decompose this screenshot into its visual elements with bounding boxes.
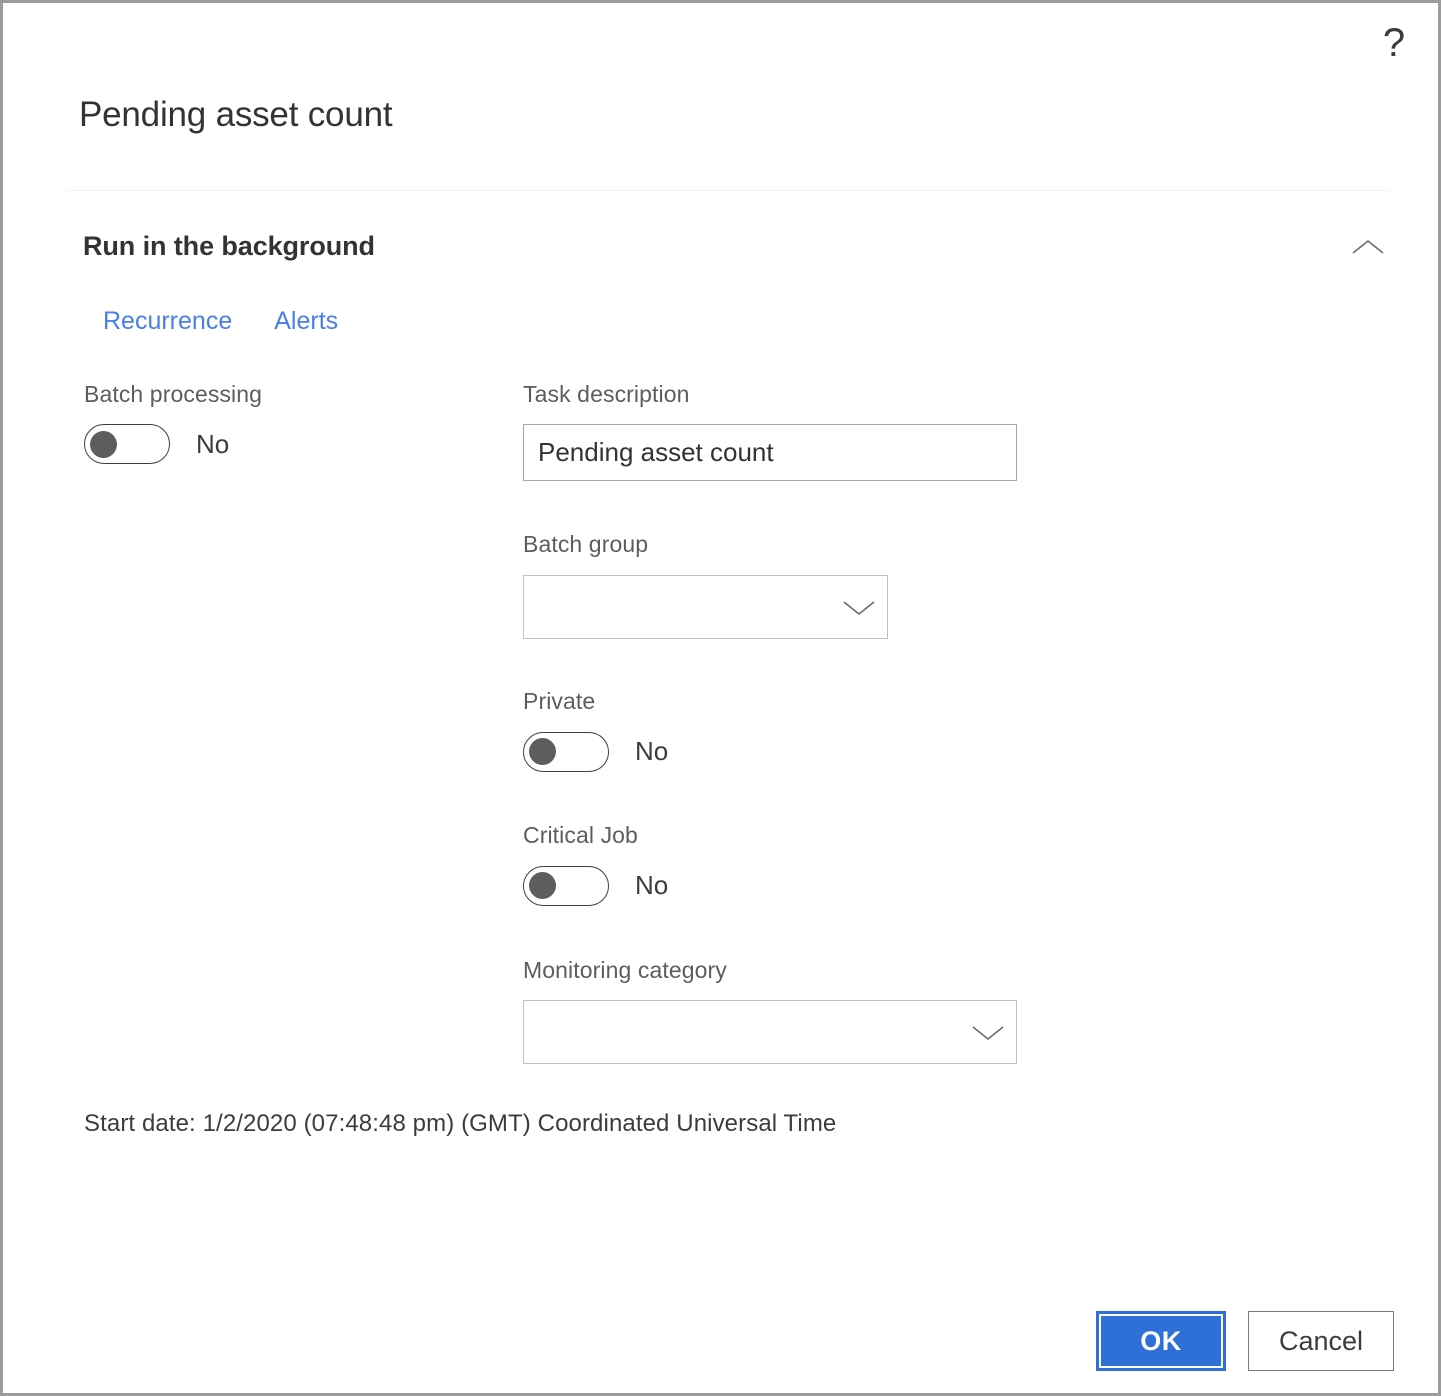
- critical-job-row: No: [523, 865, 1438, 906]
- batch-group-dropdown[interactable]: [523, 575, 888, 639]
- monitoring-category-dropdown[interactable]: [523, 1000, 1017, 1065]
- page-title: Pending asset count: [79, 95, 393, 134]
- tab-alerts[interactable]: Alerts: [274, 306, 338, 336]
- collapse-section-button[interactable]: [1338, 225, 1398, 269]
- private-row: No: [523, 731, 1438, 772]
- form-column-right: Task description Batch group Private: [523, 380, 1438, 1065]
- tab-recurrence[interactable]: Recurrence: [103, 306, 232, 336]
- batch-processing-row: No: [84, 424, 523, 465]
- batch-processing-toggle[interactable]: [84, 424, 170, 465]
- form-columns: Batch processing No Task description Bat…: [3, 336, 1438, 1065]
- batch-processing-value: No: [196, 428, 230, 459]
- form-column-left: Batch processing No: [3, 380, 523, 1065]
- header-divider: [66, 189, 1390, 191]
- toggle-knob-icon: [529, 872, 556, 899]
- dialog-footer: OK Cancel: [3, 1289, 1438, 1393]
- field-batch-group: Batch group: [523, 530, 1438, 639]
- monitoring-category-label: Monitoring category: [523, 956, 727, 983]
- dialog-window: ? Pending asset count Run in the backgro…: [0, 0, 1441, 1396]
- batch-group-arrow: [831, 597, 887, 617]
- task-description-label: Task description: [523, 380, 690, 407]
- field-critical-job: Critical Job No: [523, 821, 1438, 906]
- chevron-up-icon: [1352, 239, 1384, 254]
- start-date-text: Start date: 1/2/2020 (07:48:48 pm) (GMT)…: [84, 1110, 837, 1138]
- private-label: Private: [523, 688, 596, 714]
- private-value: No: [635, 736, 669, 767]
- cancel-button[interactable]: Cancel: [1248, 1311, 1394, 1371]
- critical-job-label: Critical Job: [523, 821, 638, 848]
- help-icon[interactable]: ?: [1372, 21, 1416, 65]
- task-description-input[interactable]: [523, 424, 1017, 482]
- monitoring-category-arrow: [960, 1022, 1016, 1042]
- field-monitoring-category: Monitoring category: [523, 956, 1438, 1065]
- critical-job-toggle[interactable]: [523, 865, 609, 906]
- chevron-down-icon: [972, 1026, 1004, 1041]
- batch-group-label: Batch group: [523, 531, 649, 558]
- ok-button[interactable]: OK: [1096, 1311, 1226, 1371]
- tab-list: Recurrence Alerts: [3, 269, 1438, 336]
- private-toggle[interactable]: [523, 731, 609, 772]
- field-batch-processing: Batch processing No: [84, 380, 523, 465]
- section-header: Run in the background: [3, 191, 1438, 269]
- chevron-down-icon: [843, 601, 875, 616]
- section-title: Run in the background: [83, 231, 375, 261]
- batch-processing-label: Batch processing: [84, 380, 263, 407]
- toggle-knob-icon: [90, 430, 117, 458]
- toggle-knob-icon: [529, 738, 556, 766]
- dialog-header: ? Pending asset count: [3, 3, 1438, 191]
- critical-job-value: No: [635, 870, 669, 900]
- field-private: Private No: [523, 687, 1438, 772]
- field-task-description: Task description: [523, 380, 1438, 482]
